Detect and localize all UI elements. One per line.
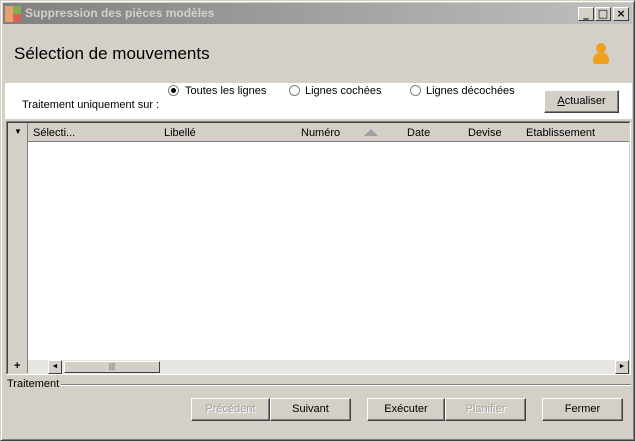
refresh-button[interactable]: Actualiser	[544, 90, 619, 113]
arrow-right-icon: ►	[618, 363, 626, 370]
scroll-left-button[interactable]: ◄	[48, 360, 62, 374]
section-divider	[61, 384, 631, 386]
scroll-thumb[interactable]: |||	[64, 361, 160, 373]
filter-options: Traitement uniquement sur : Toutes les l…	[5, 83, 632, 119]
close-icon: ×	[616, 7, 626, 20]
column-header-date[interactable]: Date	[407, 127, 430, 139]
close-button[interactable]: ×	[613, 7, 629, 21]
maximize-button[interactable]: □	[595, 7, 611, 21]
previous-button[interactable]: Précédent	[191, 398, 270, 421]
radio-checked-dot	[171, 88, 176, 93]
add-row-button[interactable]: +	[14, 360, 20, 372]
radio-checked-lines[interactable]	[289, 85, 300, 96]
grip-icon: |||	[108, 362, 116, 371]
column-menu-icon[interactable]: ▼	[14, 127, 22, 136]
scroll-right-button[interactable]: ►	[615, 360, 629, 374]
movements-grid[interactable]: ▼ + Sélecti... Libellé Numéro Date Devis…	[6, 121, 631, 375]
column-header-selection[interactable]: Sélecti...	[33, 127, 75, 139]
header-panel: Sélection de mouvements	[5, 25, 632, 83]
column-header-etablissement[interactable]: Etablissement	[526, 127, 595, 139]
radio-all-lines-label[interactable]: Toutes les lignes	[185, 85, 266, 97]
close-dialog-button[interactable]: Fermer	[542, 398, 623, 421]
section-label-treatment: Traitement	[7, 378, 60, 390]
radio-unchecked-lines[interactable]	[410, 85, 421, 96]
radio-unchecked-lines-label[interactable]: Lignes décochées	[426, 85, 515, 97]
grid-header-row: Sélecti... Libellé Numéro Date Devise Et…	[28, 123, 629, 142]
window-title: Suppression des pièces modèles	[25, 6, 215, 20]
minimize-button[interactable]: _	[578, 7, 594, 21]
horizontal-scrollbar[interactable]: ◄ ||| ►	[28, 360, 629, 374]
row-header-column: ▼ +	[8, 123, 28, 373]
radio-all-lines[interactable]	[168, 85, 179, 96]
minimize-icon: _	[583, 7, 589, 20]
user-icon	[592, 43, 610, 67]
plan-button[interactable]: Planifier	[445, 398, 526, 421]
title-bar[interactable]: Suppression des pièces modèles _ □ ×	[3, 3, 632, 24]
execute-button[interactable]: Exécuter	[367, 398, 445, 421]
column-header-numero[interactable]: Numéro	[301, 127, 340, 139]
column-header-libelle[interactable]: Libellé	[164, 127, 196, 139]
maximize-icon: □	[597, 7, 609, 20]
next-button[interactable]: Suivant	[270, 398, 351, 421]
app-icon	[5, 6, 21, 22]
page-title: Sélection de mouvements	[14, 44, 210, 63]
dialog-window: Suppression des pièces modèles _ □ × Sél…	[0, 0, 635, 441]
filter-label: Traitement uniquement sur :	[22, 99, 160, 111]
radio-checked-lines-label[interactable]: Lignes cochées	[305, 85, 381, 97]
arrow-left-icon: ◄	[51, 363, 59, 370]
column-header-devise[interactable]: Devise	[468, 127, 502, 139]
sort-ascending-icon	[364, 129, 378, 136]
